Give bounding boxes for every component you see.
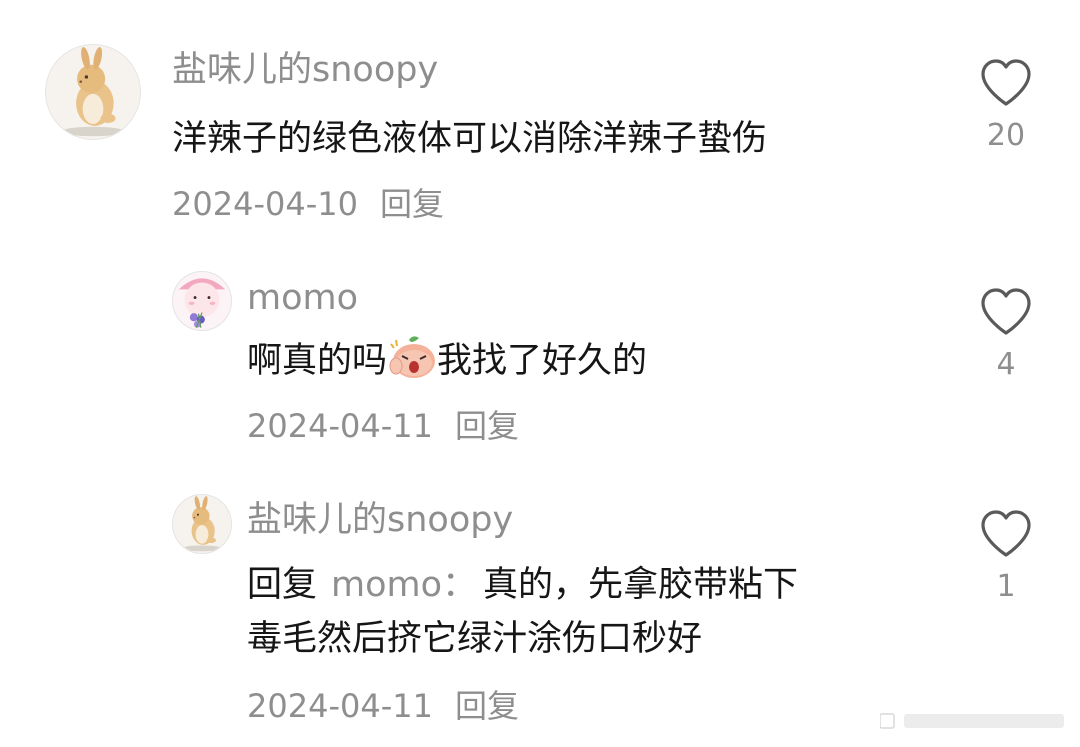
comment-text-part: 我找了好久的 <box>437 341 648 381</box>
comment-text-line2: 毒毛然后挤它绿汁涂伤口秒好 <box>247 619 703 659</box>
heart-outline-icon <box>981 59 1031 106</box>
comment-text: 洋辣子的绿色液体可以消除洋辣子蛰伤 <box>172 119 768 159</box>
like-button[interactable]: 20 <box>971 58 1041 154</box>
username[interactable]: 盐味儿的snoopy <box>247 498 513 542</box>
avatar[interactable] <box>172 271 232 331</box>
like-count: 4 <box>996 347 1016 382</box>
comment-date: 2024-04-11 <box>247 687 433 725</box>
username[interactable]: 盐味儿的snoopy <box>172 48 438 92</box>
peach-bouquet-avatar-icon <box>173 272 231 330</box>
comment-meta: 2024-04-11 回复 <box>247 406 519 446</box>
reply-target-username[interactable]: momo： <box>331 565 477 605</box>
comment-date: 2024-04-10 <box>172 185 358 223</box>
avatar[interactable] <box>45 44 141 140</box>
comment-text: 回复 momo： 真的，先拿胶带粘下 <box>247 558 798 612</box>
comment-text-line1: 真的，先拿胶带粘下 <box>483 565 799 605</box>
reply-button[interactable]: 回复 <box>455 687 519 725</box>
heart-outline-icon <box>981 288 1031 335</box>
like-button[interactable]: 1 <box>971 509 1041 605</box>
comment-text: 啊真的吗 我找了好久的 <box>247 334 647 388</box>
reply-button[interactable]: 回复 <box>455 407 519 445</box>
reply-button[interactable]: 回复 <box>380 185 444 223</box>
bunny-avatar-icon <box>173 495 231 553</box>
angry-peach-emoji-icon <box>389 336 436 378</box>
like-count: 20 <box>986 118 1026 153</box>
comment-meta: 2024-04-10 回复 <box>172 184 444 224</box>
comment-meta: 2024-04-11 回复 <box>247 686 519 726</box>
heart-outline-icon <box>981 510 1031 557</box>
bunny-avatar-icon <box>46 45 140 139</box>
comment-text-part: 啊真的吗 <box>247 341 388 381</box>
username[interactable]: momo <box>247 276 358 320</box>
comment-date: 2024-04-11 <box>247 407 433 445</box>
watermark-strip <box>880 713 1064 729</box>
like-button[interactable]: 4 <box>971 287 1041 383</box>
like-count: 1 <box>996 569 1016 604</box>
reply-prefix: 回复 <box>247 565 318 605</box>
avatar[interactable] <box>172 494 232 554</box>
